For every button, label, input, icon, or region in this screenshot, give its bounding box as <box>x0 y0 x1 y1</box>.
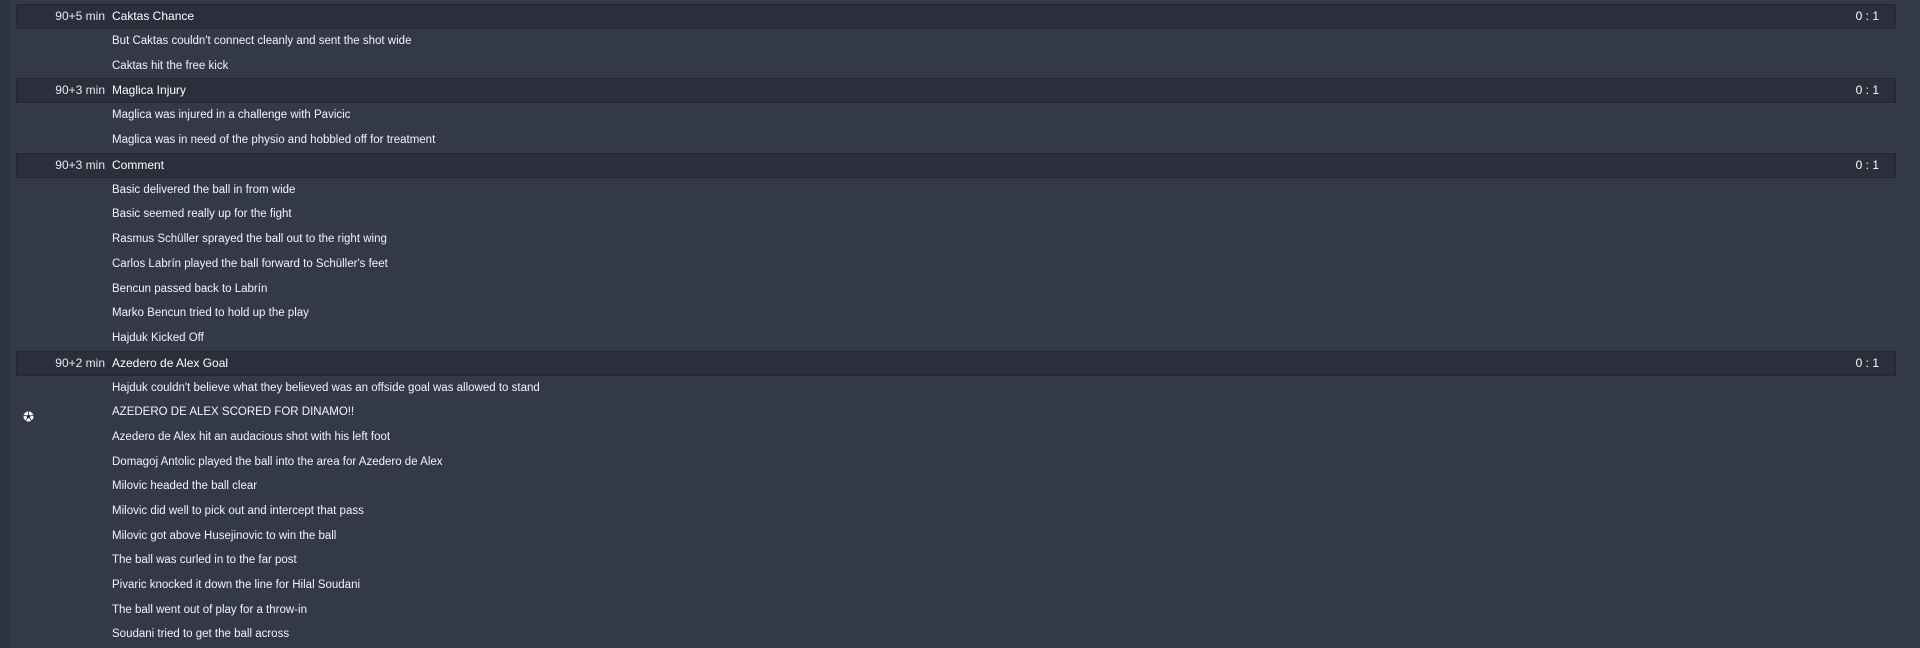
commentary-text: Hajduk couldn't believe what they believ… <box>112 381 540 394</box>
commentary-line: Hajduk Kicked Off <box>16 326 1896 351</box>
event-title: Azedero de Alex Goal <box>112 355 229 370</box>
commentary-line: The ball was curled in to the far post <box>16 548 1896 573</box>
commentary-text: Azedero de Alex hit an audacious shot wi… <box>112 430 391 443</box>
left-edge-strip <box>0 0 10 648</box>
commentary-line: Hajduk couldn't believe what they believ… <box>16 376 1896 401</box>
commentary-line: AZEDERO DE ALEX SCORED FOR DINAMO!! <box>16 400 1896 425</box>
commentary-line: The ball went out of play for a throw-in <box>16 598 1896 623</box>
commentary-text: But Caktas couldn't connect cleanly and … <box>112 35 412 47</box>
commentary-line: Basic seemed really up for the fight <box>16 202 1896 227</box>
event-header[interactable]: 90+2 min Azedero de Alex Goal 0 : 1 <box>16 350 1896 376</box>
event-group: 90+2 min Azedero de Alex Goal 0 : 1 Hajduk … <box>16 350 1896 648</box>
commentary-line: Caktas hit the free kick <box>16 54 1896 79</box>
commentary-line: Milovic headed the ball clear <box>16 474 1896 499</box>
commentary-line: Maglica was in need of the physio and ho… <box>16 128 1896 153</box>
commentary-line: Soudani tried to get the ball across <box>16 622 1896 647</box>
event-header[interactable]: 90+3 min Comment 0 : 1 <box>16 152 1896 178</box>
commentary-text: Bencun passed back to Labrín <box>112 282 268 295</box>
commentary-line: Marko Bencun tried to hold up the play <box>16 301 1896 326</box>
commentary-line: Basic delivered the ball in from wide <box>16 178 1896 203</box>
commentary-line: Domagoj Antolic played the ball into the… <box>16 450 1896 475</box>
commentary-line: Carlos Labrín played the ball forward to… <box>16 252 1896 277</box>
commentary-line: Maglica was injured in a challenge with … <box>16 103 1896 128</box>
commentary-text: The ball went out of play for a throw-in <box>112 603 307 616</box>
event-minute: 90+5 min <box>55 9 105 23</box>
event-group: 90+5 min Caktas Chance 0 : 1 But Caktas cou… <box>16 4 1896 78</box>
commentary-line: Milovic got above Husejinovic to win the… <box>16 524 1896 549</box>
commentary-text: Milovic got above Husejinovic to win the… <box>112 529 337 542</box>
commentary-text: Maglica was injured in a challenge with … <box>112 109 351 122</box>
commentary-line: Rasmus Schüller sprayed the ball out to … <box>16 227 1896 252</box>
event-title: Comment <box>112 157 165 172</box>
event-title: Caktas Chance <box>112 9 195 23</box>
event-minute: 90+2 min <box>55 355 105 370</box>
commentary-text: Domagoj Antolic played the ball into the… <box>112 455 443 468</box>
commentary-text: Milovic did well to pick out and interce… <box>112 505 364 517</box>
commentary-text: Carlos Labrín played the ball forward to… <box>112 257 388 270</box>
event-group: 90+3 min Maglica Injury 0 : 1 Maglica was i… <box>16 78 1896 152</box>
event-score: 0 : 1 <box>1855 9 1879 23</box>
commentary-text: Soudani tried to get the ball across <box>112 628 290 641</box>
commentary-text: Caktas hit the free kick <box>112 59 229 72</box>
event-header[interactable]: 90+5 min Caktas Chance 0 : 1 <box>16 4 1896 29</box>
commentary-line: Pivaric knocked it down the line for Hil… <box>16 573 1896 598</box>
commentary-text: The ball was curled in to the far post <box>112 554 297 567</box>
event-group: 90+3 min Comment 0 : 1 Basic delivered the … <box>16 152 1896 351</box>
event-minute: 90+3 min <box>55 157 105 172</box>
commentary-text: Maglica was in need of the physio and ho… <box>112 134 436 147</box>
commentary-text: Rasmus Schüller sprayed the ball out to … <box>112 233 387 246</box>
commentary-text: Basic seemed really up for the fight <box>112 208 292 221</box>
commentary-text: Hajduk Kicked Off <box>112 331 204 344</box>
commentary-text: Milovic headed the ball clear <box>112 480 258 493</box>
commentary-text: Pivaric knocked it down the line for Hil… <box>112 579 361 592</box>
event-title: Maglica Injury <box>112 83 187 98</box>
commentary-line: Azedero de Alex hit an audacious shot wi… <box>16 425 1896 450</box>
soccer-ball-icon <box>23 407 34 422</box>
commentary-feed[interactable]: 90+5 min Caktas Chance 0 : 1 But Caktas cou… <box>16 4 1896 647</box>
event-minute: 90+3 min <box>55 83 105 98</box>
commentary-text: Marko Bencun tried to hold up the play <box>112 307 309 320</box>
commentary-line: Milovic did well to pick out and interce… <box>16 499 1896 524</box>
event-header[interactable]: 90+3 min Maglica Injury 0 : 1 <box>16 78 1896 104</box>
commentary-text: AZEDERO DE ALEX SCORED FOR DINAMO!! <box>112 406 355 419</box>
event-score: 0 : 1 <box>1855 157 1879 172</box>
commentary-line: But Caktas couldn't connect cleanly and … <box>16 29 1896 54</box>
commentary-line: Bencun passed back to Labrín <box>16 277 1896 302</box>
event-score: 0 : 1 <box>1855 83 1879 98</box>
event-score: 0 : 1 <box>1855 355 1879 370</box>
match-commentary-panel: 90+5 min Caktas Chance 0 : 1 But Caktas cou… <box>0 0 1920 648</box>
commentary-text: Basic delivered the ball in from wide <box>112 183 296 196</box>
